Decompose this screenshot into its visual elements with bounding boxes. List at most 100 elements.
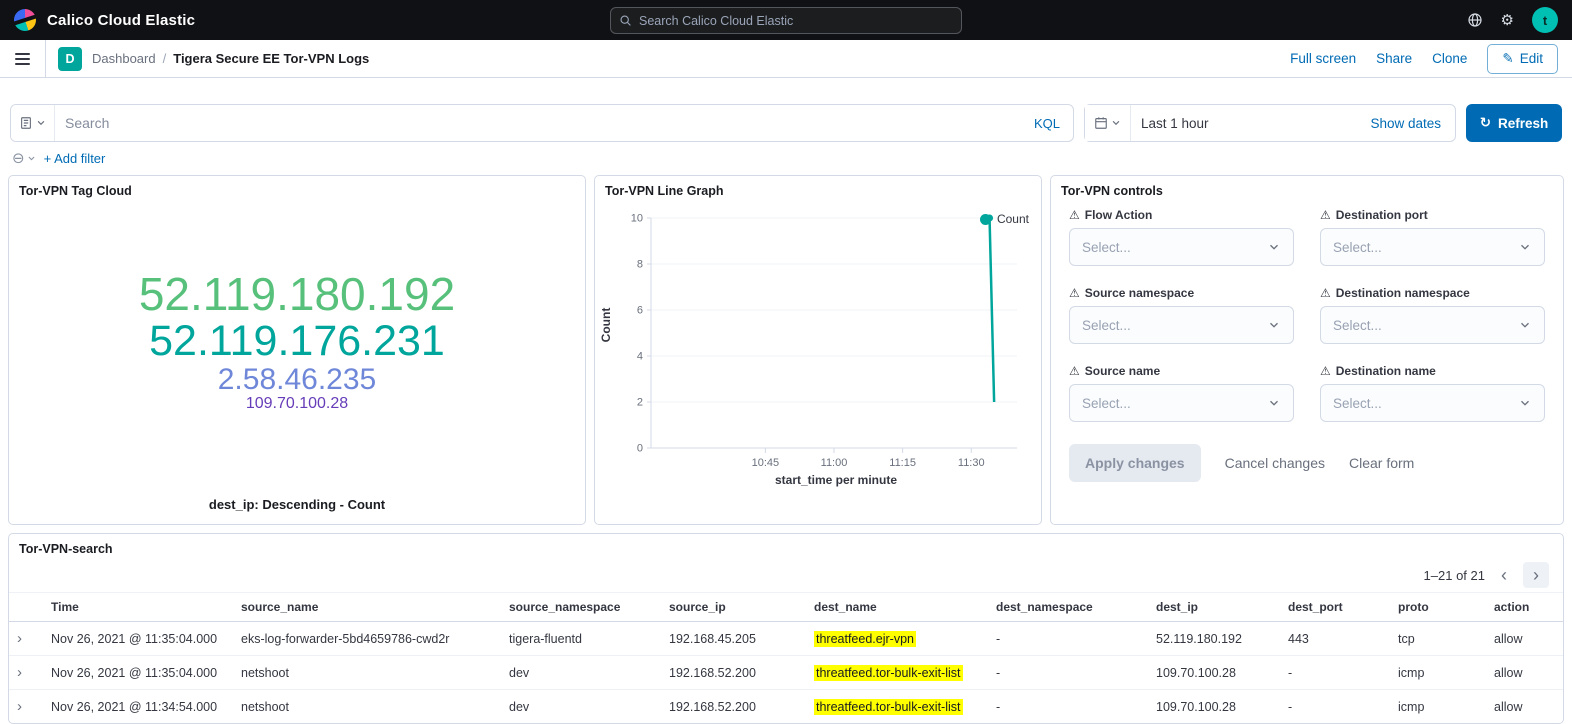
cell-dest_port: -	[1280, 690, 1390, 724]
cell-source_namespace: dev	[501, 656, 661, 690]
global-topbar: Calico Cloud Elastic ⚙ t	[0, 0, 1572, 40]
cancel-changes-button[interactable]: Cancel changes	[1225, 455, 1325, 471]
column-header-time[interactable]: Time	[43, 593, 233, 622]
warning-icon: ⚠	[1069, 365, 1080, 377]
column-header-action[interactable]: action	[1486, 593, 1563, 622]
column-header-dest_name[interactable]: dest_name	[806, 593, 988, 622]
calendar-icon	[1094, 116, 1108, 130]
expand-row-button[interactable]: ›	[17, 699, 22, 714]
tag-cloud-term[interactable]: 52.119.176.231	[149, 319, 445, 365]
chevron-down-icon	[27, 154, 36, 163]
app-title: Calico Cloud Elastic	[47, 12, 195, 29]
pencil-icon: ✎	[1502, 51, 1513, 67]
column-header-dest_namespace[interactable]: dest_namespace	[988, 593, 1148, 622]
saved-query-button[interactable]	[11, 105, 55, 141]
clear-form-button[interactable]: Clear form	[1349, 455, 1414, 471]
global-search	[610, 7, 962, 34]
tag-cloud-panel: Tor-VPN Tag Cloud 52.119.180.19252.119.1…	[8, 175, 586, 525]
cell-dest_name: threatfeed.tor-bulk-exit-list	[806, 690, 988, 724]
cell-dest_namespace: -	[988, 622, 1148, 656]
page-title: Tigera Secure EE Tor-VPN Logs	[173, 51, 369, 66]
search-results-panel: Tor-VPN-search 1–21 of 21 ‹ › Timesource…	[8, 533, 1564, 724]
warning-icon: ⚠	[1320, 365, 1331, 377]
control-label: ⚠Flow Action	[1069, 208, 1294, 222]
kql-query-bar: KQL	[10, 104, 1074, 142]
elastic-logo-icon[interactable]	[14, 9, 36, 31]
breadcrumb-dashboard[interactable]: Dashboard	[92, 51, 156, 66]
cell-proto: icmp	[1390, 690, 1486, 724]
control-label: ⚠Destination port	[1320, 208, 1545, 222]
edit-button[interactable]: ✎ Edit	[1487, 44, 1558, 74]
cell-dest_port: 443	[1280, 622, 1390, 656]
chevron-down-icon	[1518, 396, 1532, 410]
column-header-dest_ip[interactable]: dest_ip	[1148, 593, 1280, 622]
chart-legend[interactable]: Count	[980, 212, 1029, 226]
column-header-source_namespace[interactable]: source_namespace	[501, 593, 661, 622]
expand-row-button[interactable]: ›	[17, 665, 22, 680]
line-chart-area: Count 024681010:4511:0011:1511:30 Count …	[595, 202, 1041, 524]
cell-source_ip: 192.168.52.200	[661, 690, 806, 724]
control-select[interactable]: Select...	[1069, 306, 1294, 344]
filter-options-icon[interactable]: ⊖	[12, 151, 36, 166]
cell-source_ip: 192.168.52.200	[661, 656, 806, 690]
svg-text:11:30: 11:30	[958, 457, 985, 469]
prev-page-button[interactable]: ‹	[1491, 562, 1517, 588]
cell-source_name: netshoot	[233, 690, 501, 724]
clone-link[interactable]: Clone	[1432, 51, 1467, 66]
menu-button[interactable]	[0, 40, 46, 77]
table-header-row: Timesource_namesource_namespacesource_ip…	[9, 593, 1563, 622]
column-header-source_ip[interactable]: source_ip	[661, 593, 806, 622]
column-header-proto[interactable]: proto	[1390, 593, 1486, 622]
line-chart: 024681010:4511:0011:1511:30	[617, 204, 1029, 480]
header-bar: D Dashboard / Tigera Secure EE Tor-VPN L…	[0, 40, 1572, 78]
settings-gear-icon[interactable]: ⚙	[1501, 13, 1514, 28]
column-header-source_name[interactable]: source_name	[233, 593, 501, 622]
control-label: ⚠Destination name	[1320, 364, 1545, 378]
controls-actions: Apply changes Cancel changes Clear form	[1051, 422, 1563, 482]
line-graph-panel-title: Tor-VPN Line Graph	[595, 176, 1041, 202]
table-row: ›Nov 26, 2021 @ 11:34:54.000netshootdev1…	[9, 690, 1563, 724]
user-avatar[interactable]: t	[1532, 7, 1558, 33]
chevron-down-icon	[1267, 318, 1281, 332]
control-select[interactable]: Select...	[1320, 306, 1545, 344]
control-select[interactable]: Select...	[1069, 384, 1294, 422]
control-select[interactable]: Select...	[1069, 228, 1294, 266]
full-screen-link[interactable]: Full screen	[1290, 51, 1356, 66]
dashboard-panels: Tor-VPN Tag Cloud 52.119.180.19252.119.1…	[0, 173, 1572, 525]
share-link[interactable]: Share	[1376, 51, 1412, 66]
kql-toggle[interactable]: KQL	[1021, 116, 1073, 131]
dashboard-app-badge: D	[58, 47, 82, 71]
warning-icon: ⚠	[1069, 209, 1080, 221]
pagination-label: 1–21 of 21	[1424, 568, 1485, 583]
global-search-input[interactable]	[610, 7, 962, 34]
time-range-label[interactable]: Last 1 hour	[1131, 116, 1370, 131]
table-row: ›Nov 26, 2021 @ 11:35:04.000eks-log-forw…	[9, 622, 1563, 656]
calendar-button[interactable]	[1085, 105, 1131, 141]
chevron-down-icon	[1518, 240, 1532, 254]
next-page-button[interactable]: ›	[1523, 562, 1549, 588]
svg-text:10:45: 10:45	[752, 457, 780, 469]
show-dates-link[interactable]: Show dates	[1370, 116, 1455, 131]
column-header-dest_port[interactable]: dest_port	[1280, 593, 1390, 622]
globe-icon[interactable]	[1467, 12, 1483, 28]
expand-row-button[interactable]: ›	[17, 631, 22, 646]
tag-cloud-term[interactable]: 2.58.46.235	[218, 364, 376, 396]
apply-changes-button[interactable]: Apply changes	[1069, 444, 1201, 482]
cell-source_name: eks-log-forwarder-5bd4659786-cwd2r	[233, 622, 501, 656]
cell-action: allow	[1486, 622, 1563, 656]
svg-text:11:15: 11:15	[889, 457, 916, 469]
cell-dest_name: threatfeed.ejr-vpn	[806, 622, 988, 656]
control-label: ⚠Source namespace	[1069, 286, 1294, 300]
svg-text:11:00: 11:00	[821, 457, 848, 469]
warning-icon: ⚠	[1320, 287, 1331, 299]
control-select[interactable]: Select...	[1320, 384, 1545, 422]
query-input[interactable]	[55, 115, 1021, 131]
tag-cloud-term[interactable]: 52.119.180.192	[139, 270, 455, 319]
svg-text:2: 2	[637, 397, 643, 409]
refresh-button[interactable]: ↻ Refresh	[1466, 104, 1562, 142]
add-filter-link[interactable]: + Add filter	[44, 151, 106, 166]
control-select[interactable]: Select...	[1320, 228, 1545, 266]
control-field: ⚠Source namespace Select...	[1069, 286, 1294, 344]
saved-query-icon	[19, 116, 33, 130]
tag-cloud-term[interactable]: 109.70.100.28	[246, 396, 348, 413]
